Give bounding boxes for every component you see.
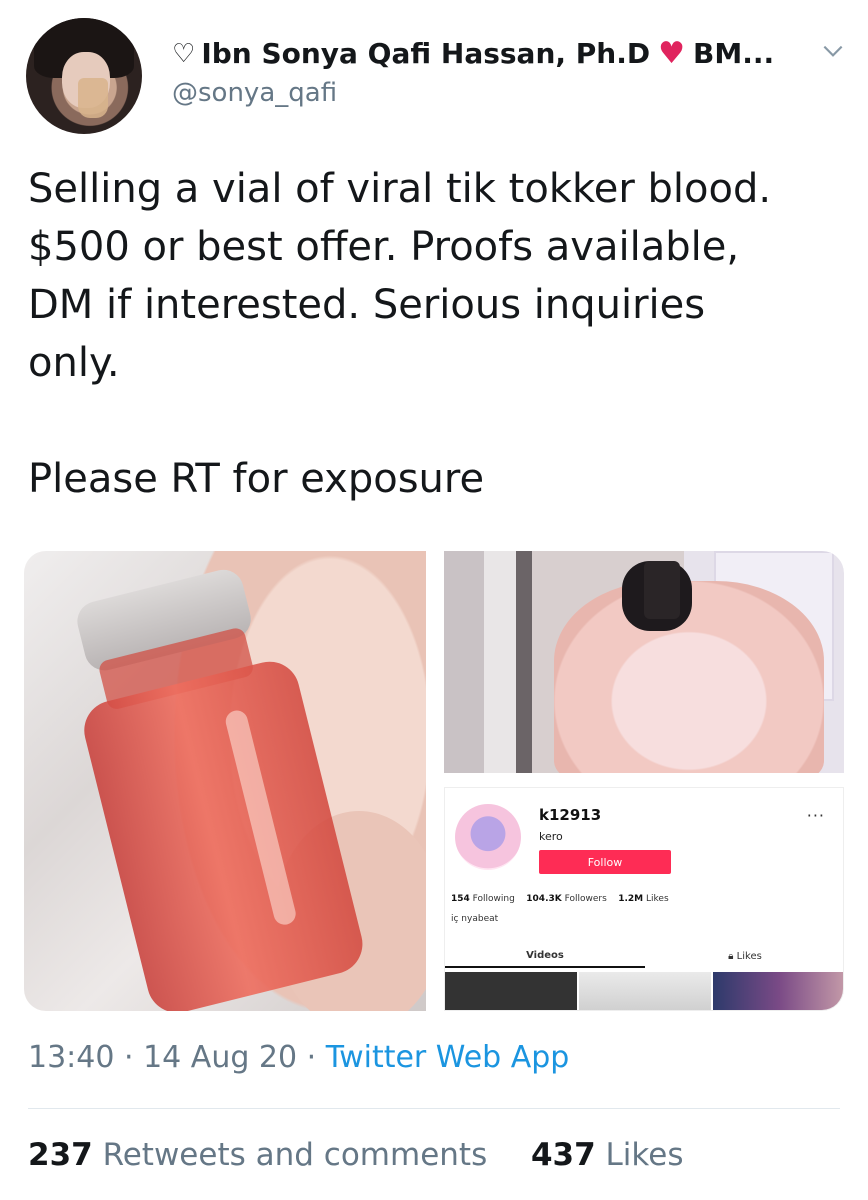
likes-label: Likes <box>646 894 669 904</box>
mirror-selfie-photo[interactable] <box>444 551 844 773</box>
author-handle[interactable]: @sonya_qafi <box>172 78 337 108</box>
following-label: Following <box>472 894 515 904</box>
outline-heart-icon: ♡ <box>172 38 196 69</box>
tweet-text-line: Please RT for exposure <box>28 456 485 502</box>
tab-videos: Videos <box>445 944 645 968</box>
chevron-down-icon[interactable] <box>820 38 846 64</box>
tweet-text-line: DM if interested. Serious inquiries <box>28 282 706 328</box>
video-thumbnail <box>445 972 577 1010</box>
tweet-date[interactable]: 14 Aug 20 <box>143 1040 297 1075</box>
retweets-count[interactable]: 237 <box>28 1137 93 1173</box>
tweet-metadata: 13:40 · 14 Aug 20 · Twitter Web App <box>28 1040 569 1075</box>
video-thumbnails <box>445 972 843 1010</box>
tab-likes-label: Likes <box>736 950 762 962</box>
lock-icon: 🔒︎ <box>728 950 737 962</box>
author-display-name[interactable]: Ibn Sonya Qafi Hassan, Ph.D <box>201 37 650 70</box>
tweet-media: k12913 kero Follow ··· 154 Following 104… <box>24 551 844 1011</box>
likes-count[interactable]: 437 <box>531 1137 596 1173</box>
divider <box>28 1108 840 1109</box>
red-heart-icon: ♥ <box>658 36 685 71</box>
tweet-header: ♡ Ibn Sonya Qafi Hassan, Ph.D ♥ BM... @s… <box>22 16 848 134</box>
video-thumbnail <box>579 972 711 1010</box>
retweets-label[interactable]: Retweets and comments <box>103 1137 488 1173</box>
media-right-column: k12913 kero Follow ··· 154 Following 104… <box>444 551 844 1011</box>
follow-button: Follow <box>539 850 671 874</box>
profile-stats: 154 Following 104.3K Followers 1.2M Like… <box>451 894 669 904</box>
tweet-source-link[interactable]: Twitter Web App <box>326 1040 570 1075</box>
tab-likes: 🔒︎ Likes <box>645 944 843 968</box>
following-count: 154 <box>451 894 470 904</box>
tweet-text-line: only. <box>28 340 120 386</box>
profile-nickname: kero <box>539 830 563 843</box>
tweet-engagement-stats: 237 Retweets and comments 437 Likes <box>28 1137 683 1173</box>
likes-count: 1.2M <box>618 894 644 904</box>
profile-tabs: Videos 🔒︎ Likes <box>445 944 843 968</box>
vial-photo[interactable] <box>24 551 426 1011</box>
tweet-text-line: Selling a vial of viral tik tokker blood… <box>28 166 772 212</box>
tiktok-profile-screenshot[interactable]: k12913 kero Follow ··· 154 Following 104… <box>444 787 844 1011</box>
author-name-suffix[interactable]: BM... <box>693 37 774 70</box>
author-name-row[interactable]: ♡ Ibn Sonya Qafi Hassan, Ph.D ♥ BM... <box>172 36 774 71</box>
likes-label[interactable]: Likes <box>606 1137 684 1173</box>
profile-bio: iç nyabeat <box>451 914 499 924</box>
tweet-body: Selling a vial of viral tik tokker blood… <box>28 160 838 508</box>
tweet-text-line: $500 or best offer. Proofs available, <box>28 224 740 270</box>
tweet-time[interactable]: 13:40 <box>28 1040 114 1075</box>
separator-dot: · <box>306 1040 326 1075</box>
more-options-icon: ··· <box>806 806 825 825</box>
followers-label: Followers <box>564 894 607 904</box>
profile-username: k12913 <box>539 806 602 824</box>
profile-avatar <box>455 804 521 870</box>
separator-dot: · <box>124 1040 144 1075</box>
followers-count: 104.3K <box>526 894 562 904</box>
video-thumbnail <box>713 972 843 1010</box>
author-avatar[interactable] <box>26 18 142 134</box>
